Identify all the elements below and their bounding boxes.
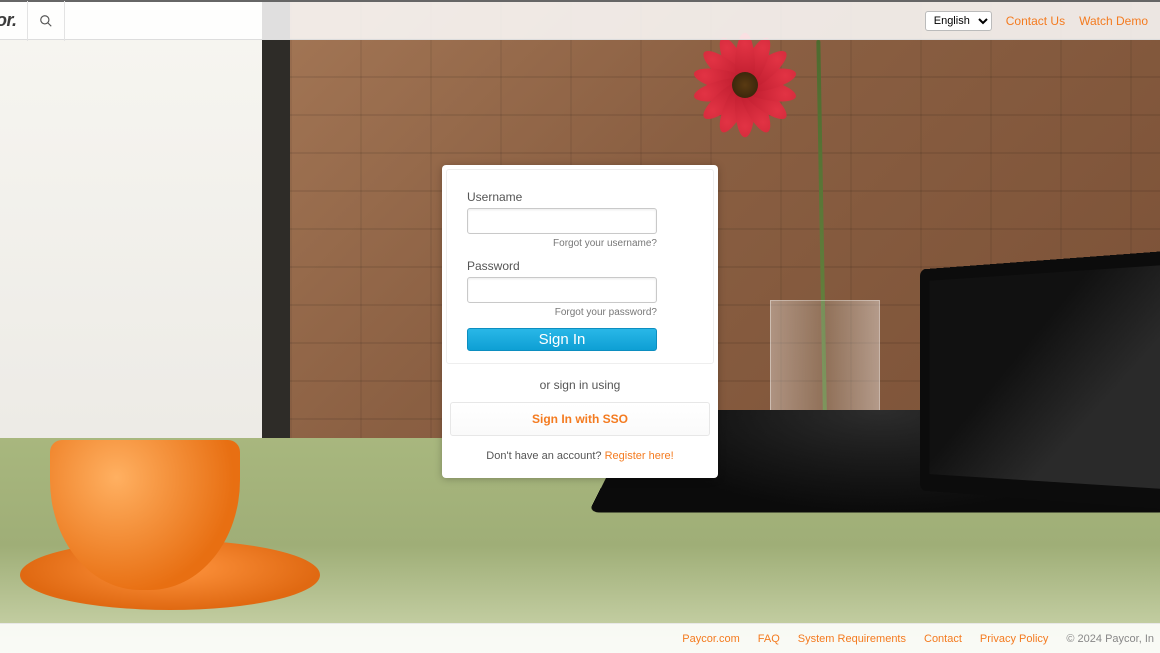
contact-us-link[interactable]: Contact Us [1006, 14, 1065, 28]
language-select[interactable]: English [925, 11, 992, 31]
register-link[interactable]: Register here! [605, 450, 674, 462]
forgot-username-link[interactable]: Forgot your username? [467, 238, 657, 249]
search-icon [39, 14, 53, 28]
footer-link-contact[interactable]: Contact [924, 633, 962, 645]
divider [64, 1, 65, 41]
search-button[interactable] [28, 1, 64, 41]
password-input[interactable] [467, 277, 657, 303]
register-prompt: Don't have an account? Register here! [446, 440, 714, 474]
footer-link-faq[interactable]: FAQ [758, 633, 780, 645]
coffee-cup [20, 430, 260, 610]
no-account-text: Don't have an account? [486, 450, 604, 462]
username-label: Username [467, 190, 693, 204]
brand-logo: or. [0, 10, 27, 31]
watch-demo-link[interactable]: Watch Demo [1079, 14, 1148, 28]
or-sign-in-text: or sign in using [446, 378, 714, 392]
footer-link-paycor[interactable]: Paycor.com [682, 633, 739, 645]
login-card: Username Forgot your username? Password … [442, 165, 718, 478]
password-label: Password [467, 259, 693, 273]
footer-link-sysreq[interactable]: System Requirements [798, 633, 906, 645]
topbar: or. English Contact Us Watch Demo [0, 0, 1160, 40]
username-input[interactable] [467, 208, 657, 234]
footer-link-privacy[interactable]: Privacy Policy [980, 633, 1048, 645]
background-window [0, 0, 290, 470]
footer: Paycor.com FAQ System Requirements Conta… [0, 623, 1160, 653]
copyright-text: © 2024 Paycor, In [1066, 633, 1154, 645]
sign-in-button[interactable]: Sign In [467, 328, 657, 351]
sign-in-sso-button[interactable]: Sign In with SSO [450, 402, 710, 436]
forgot-password-link[interactable]: Forgot your password? [467, 307, 657, 318]
flower-icon [690, 30, 800, 140]
